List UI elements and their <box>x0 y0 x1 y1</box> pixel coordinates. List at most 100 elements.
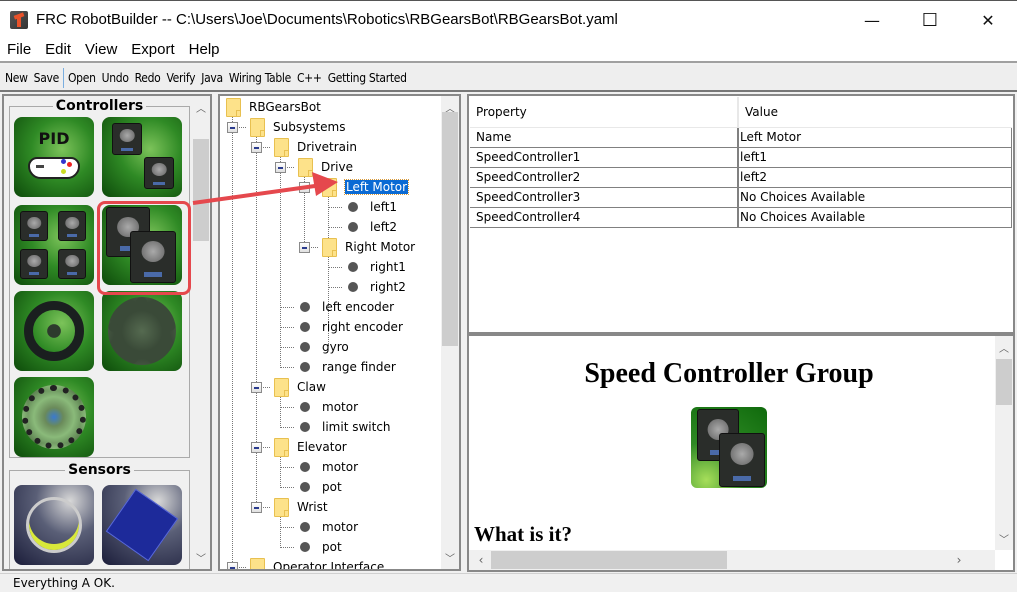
value-column-header[interactable]: Value <box>738 97 1012 128</box>
tree-leaf-node[interactable]: pot <box>298 477 342 497</box>
help-hscroll-thumb[interactable] <box>491 551 727 569</box>
property-value[interactable]: No Choices Available <box>737 186 1012 208</box>
property-row[interactable]: Name Left Motor <box>470 126 1012 148</box>
property-row[interactable]: SpeedController2 left2 <box>470 166 1012 188</box>
scroll-right-icon[interactable]: › <box>953 553 965 567</box>
palette-wheel[interactable] <box>14 291 94 371</box>
property-value[interactable]: No Choices Available <box>737 206 1012 228</box>
component-dot-icon <box>300 302 310 312</box>
palette-gyro[interactable] <box>14 485 94 565</box>
collapse-toggle-icon[interactable] <box>227 122 238 133</box>
property-value[interactable]: Left Motor <box>737 126 1012 148</box>
property-row[interactable]: SpeedController3 No Choices Available <box>470 186 1012 208</box>
tree-leaf-node[interactable]: left1 <box>346 197 397 217</box>
tree-node-label: Elevator <box>297 440 347 454</box>
tree-folder-node[interactable]: Left Motor <box>322 177 410 197</box>
tree-scrollbar[interactable]: ︿ ﹀ <box>441 96 459 569</box>
status-bar: Everything A OK. <box>0 573 1017 592</box>
menu-help[interactable]: Help <box>182 41 227 58</box>
undo-button[interactable]: Undo <box>99 71 132 85</box>
getting-started-button[interactable]: Getting Started <box>325 71 410 85</box>
help-vertical-scrollbar[interactable]: ︿ ﹀ <box>995 336 1013 550</box>
java-button[interactable]: Java <box>198 71 226 85</box>
tree-leaf-node[interactable]: right encoder <box>298 317 403 337</box>
save-button[interactable]: Save <box>31 71 62 85</box>
tree-leaf-node[interactable]: motor <box>298 457 358 477</box>
tree-leaf-node[interactable]: motor <box>298 397 358 417</box>
tree-folder-node[interactable]: Subsystems <box>250 117 345 137</box>
scroll-up-icon[interactable]: ︿ <box>192 100 210 115</box>
menu-export[interactable]: Export <box>124 41 181 58</box>
property-value[interactable]: left2 <box>737 166 1012 188</box>
tree-folder-node[interactable]: Wrist <box>274 497 328 517</box>
collapse-toggle-icon[interactable] <box>251 442 262 453</box>
tree-folder-node[interactable]: Elevator <box>274 437 347 457</box>
tree-leaf-node[interactable]: right1 <box>346 257 406 277</box>
scroll-up-icon[interactable]: ︿ <box>995 340 1013 355</box>
collapse-toggle-icon[interactable] <box>251 502 262 513</box>
palette-speed-controller-pair[interactable] <box>102 117 182 197</box>
palette-accelerometer[interactable] <box>102 485 182 565</box>
property-value[interactable]: left1 <box>737 146 1012 168</box>
property-row[interactable]: SpeedController4 No Choices Available <box>470 206 1012 228</box>
tree-folder-node[interactable]: Right Motor <box>322 237 415 257</box>
tree-leaf-node[interactable]: pot <box>298 537 342 557</box>
menu-view[interactable]: View <box>78 41 124 58</box>
tree-leaf-node[interactable]: left2 <box>346 217 397 237</box>
close-button[interactable]: ✕ <box>959 1 1017 39</box>
redo-button[interactable]: Redo <box>132 71 164 85</box>
tree-leaf-node[interactable]: limit switch <box>298 417 391 437</box>
tree-leaf-node[interactable]: range finder <box>298 357 396 377</box>
collapse-toggle-icon[interactable] <box>299 182 310 193</box>
tree-scroll-thumb[interactable] <box>442 112 458 346</box>
palette-scroll-thumb[interactable] <box>193 139 209 241</box>
tree-guide-line <box>280 456 281 486</box>
tree-connector <box>280 327 294 328</box>
palette-pid-controller[interactable]: PID <box>14 117 94 197</box>
tree-folder-node[interactable]: RBGearsBot <box>226 97 321 117</box>
tree-leaf-node[interactable]: gyro <box>298 337 349 357</box>
tree-folder-node[interactable]: Drive <box>298 157 353 177</box>
scroll-down-icon[interactable]: ﹀ <box>441 550 459 565</box>
tree-folder-node[interactable]: Operator Interface <box>250 557 384 569</box>
tree-node-label: motor <box>322 520 359 534</box>
tree-folder-node[interactable]: Claw <box>274 377 326 397</box>
palette-scrollbar[interactable]: ︿ ﹀ <box>192 96 210 569</box>
minimize-button[interactable]: — <box>843 1 901 39</box>
maximize-button[interactable]: ☐ <box>901 1 959 39</box>
menu-file[interactable]: File <box>0 41 38 58</box>
scroll-left-icon[interactable]: ‹ <box>475 553 487 567</box>
tree-leaf-node[interactable]: motor <box>298 517 358 537</box>
tree-node-label: range finder <box>322 360 396 374</box>
tree-folder-node[interactable]: Drivetrain <box>274 137 357 157</box>
wiring-table-button[interactable]: Wiring Table <box>226 71 294 85</box>
collapse-toggle-icon[interactable] <box>299 242 310 253</box>
palette-mecanum-wheel[interactable] <box>102 291 182 371</box>
new-button[interactable]: New <box>0 71 31 85</box>
palette-four-speed-controllers[interactable] <box>14 205 94 285</box>
tree-leaf-node[interactable]: right2 <box>346 277 406 297</box>
cpp-button[interactable]: C++ <box>294 71 325 85</box>
scroll-down-icon[interactable]: ﹀ <box>192 550 210 565</box>
collapse-toggle-icon[interactable] <box>275 162 286 173</box>
tree-leaf-node[interactable]: left encoder <box>298 297 394 317</box>
folder-icon <box>274 377 289 397</box>
properties-table: Property Value Name Left Motor SpeedContro… <box>470 97 1012 228</box>
collapse-toggle-icon[interactable] <box>227 562 238 569</box>
help-title: Speed Controller Group <box>584 358 874 389</box>
tree-guide-line <box>280 396 281 426</box>
help-vscroll-thumb[interactable] <box>996 359 1012 405</box>
component-dot-icon <box>348 202 358 212</box>
palette-omni-wheel[interactable] <box>14 377 94 457</box>
menu-edit[interactable]: Edit <box>38 41 78 58</box>
tree-connector <box>280 527 294 528</box>
verify-button[interactable]: Verify <box>164 71 199 85</box>
property-row[interactable]: SpeedController1 left1 <box>470 146 1012 168</box>
collapse-toggle-icon[interactable] <box>251 142 262 153</box>
open-button[interactable]: Open <box>65 71 99 85</box>
scroll-down-icon[interactable]: ﹀ <box>995 531 1013 546</box>
help-horizontal-scrollbar[interactable]: ‹ › <box>469 550 995 570</box>
collapse-toggle-icon[interactable] <box>251 382 262 393</box>
property-column-header[interactable]: Property <box>470 97 739 128</box>
component-dot-icon <box>300 362 310 372</box>
